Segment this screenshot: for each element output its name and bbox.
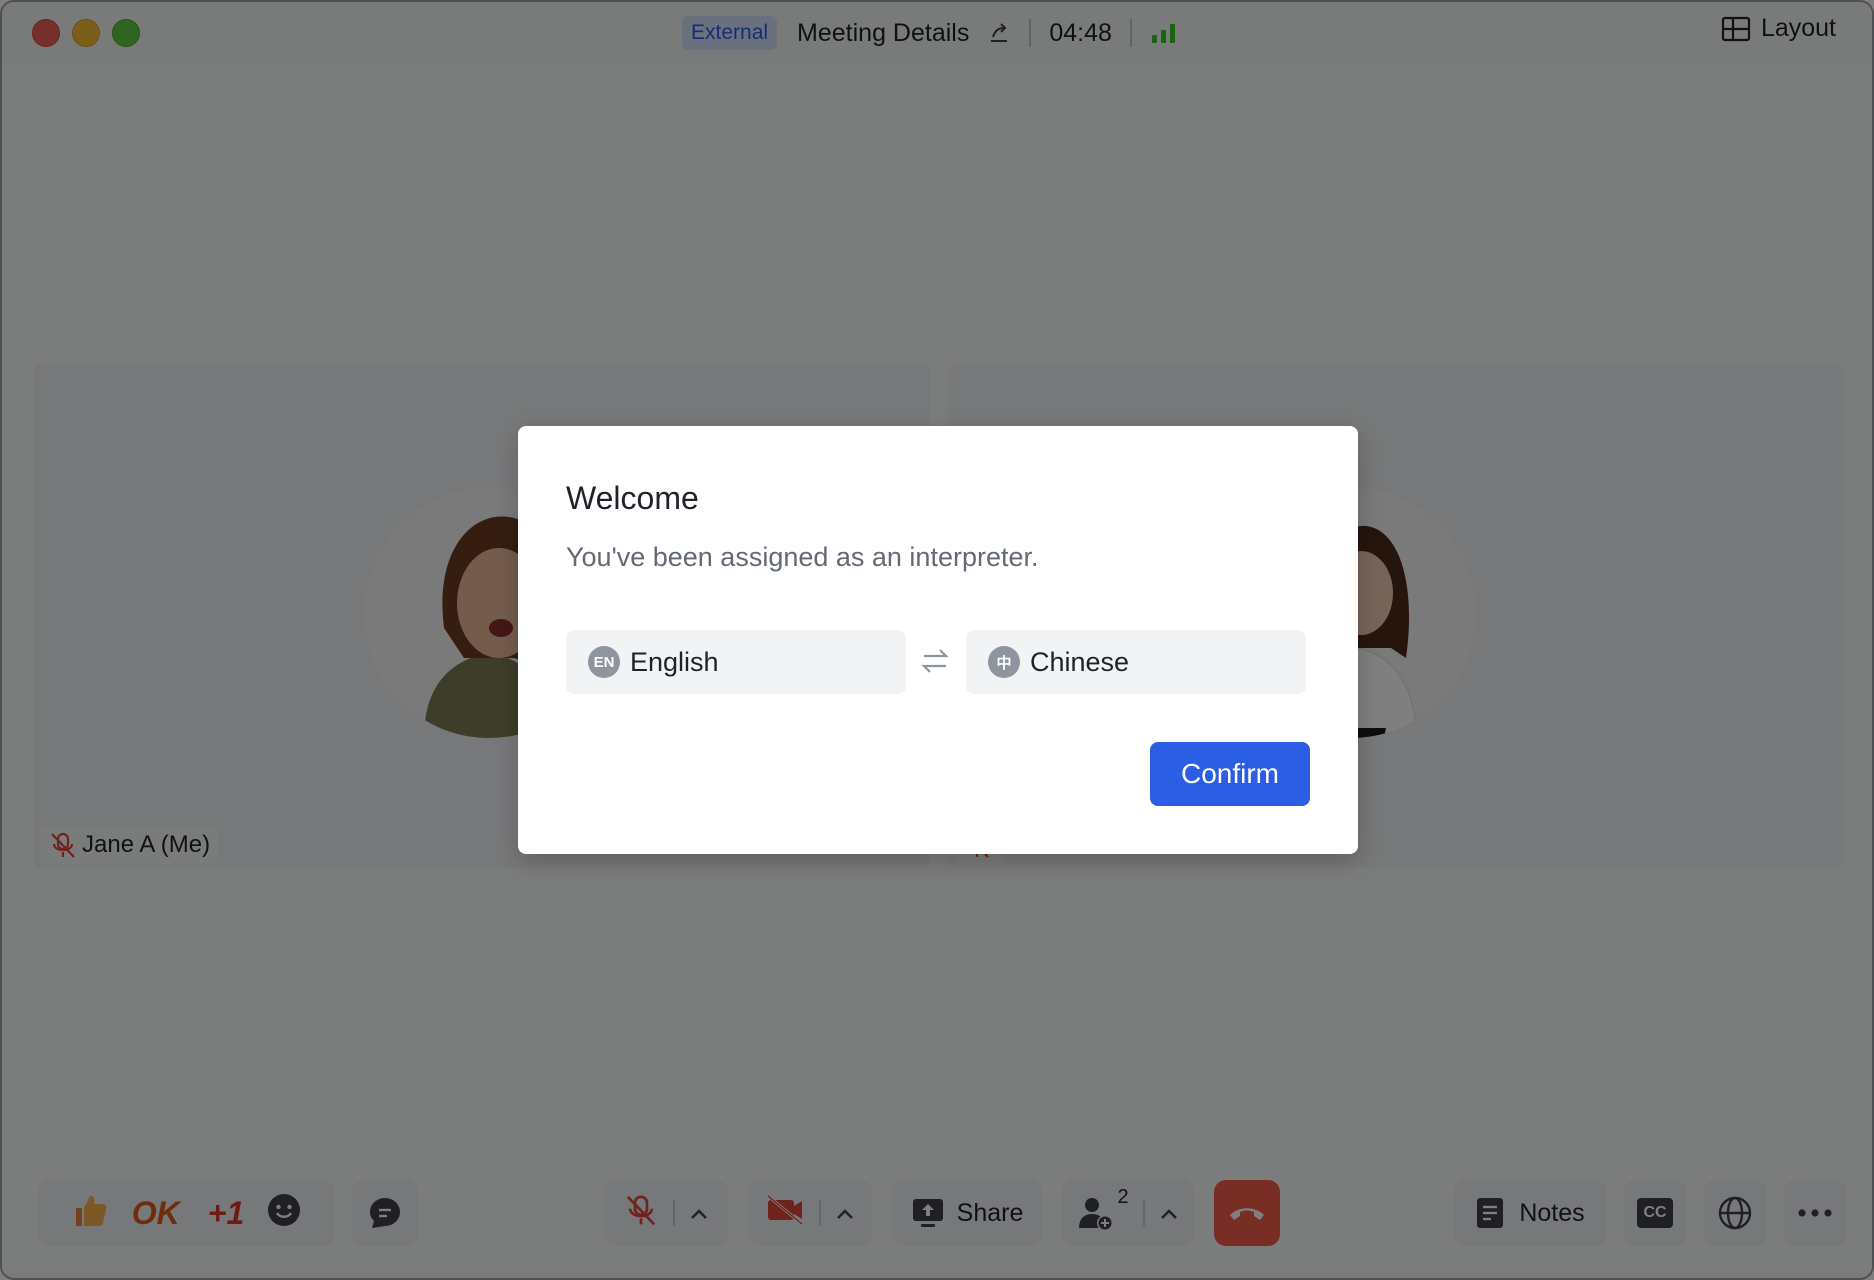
target-language-field: 中 Chinese (966, 630, 1306, 694)
target-language-label: Chinese (1030, 646, 1130, 677)
english-language-icon: EN (588, 646, 620, 678)
source-language-label: English (630, 646, 719, 677)
interpreter-assignment-dialog: Welcome You've been assigned as an inter… (518, 426, 1358, 854)
swap-arrows-icon (920, 646, 950, 681)
dialog-title: Welcome (566, 480, 699, 516)
dialog-subtitle: You've been assigned as an interpreter. (566, 542, 1039, 572)
source-language-field: EN English (566, 630, 906, 694)
confirm-button[interactable]: Confirm (1150, 742, 1310, 806)
chinese-language-icon: 中 (988, 646, 1020, 678)
